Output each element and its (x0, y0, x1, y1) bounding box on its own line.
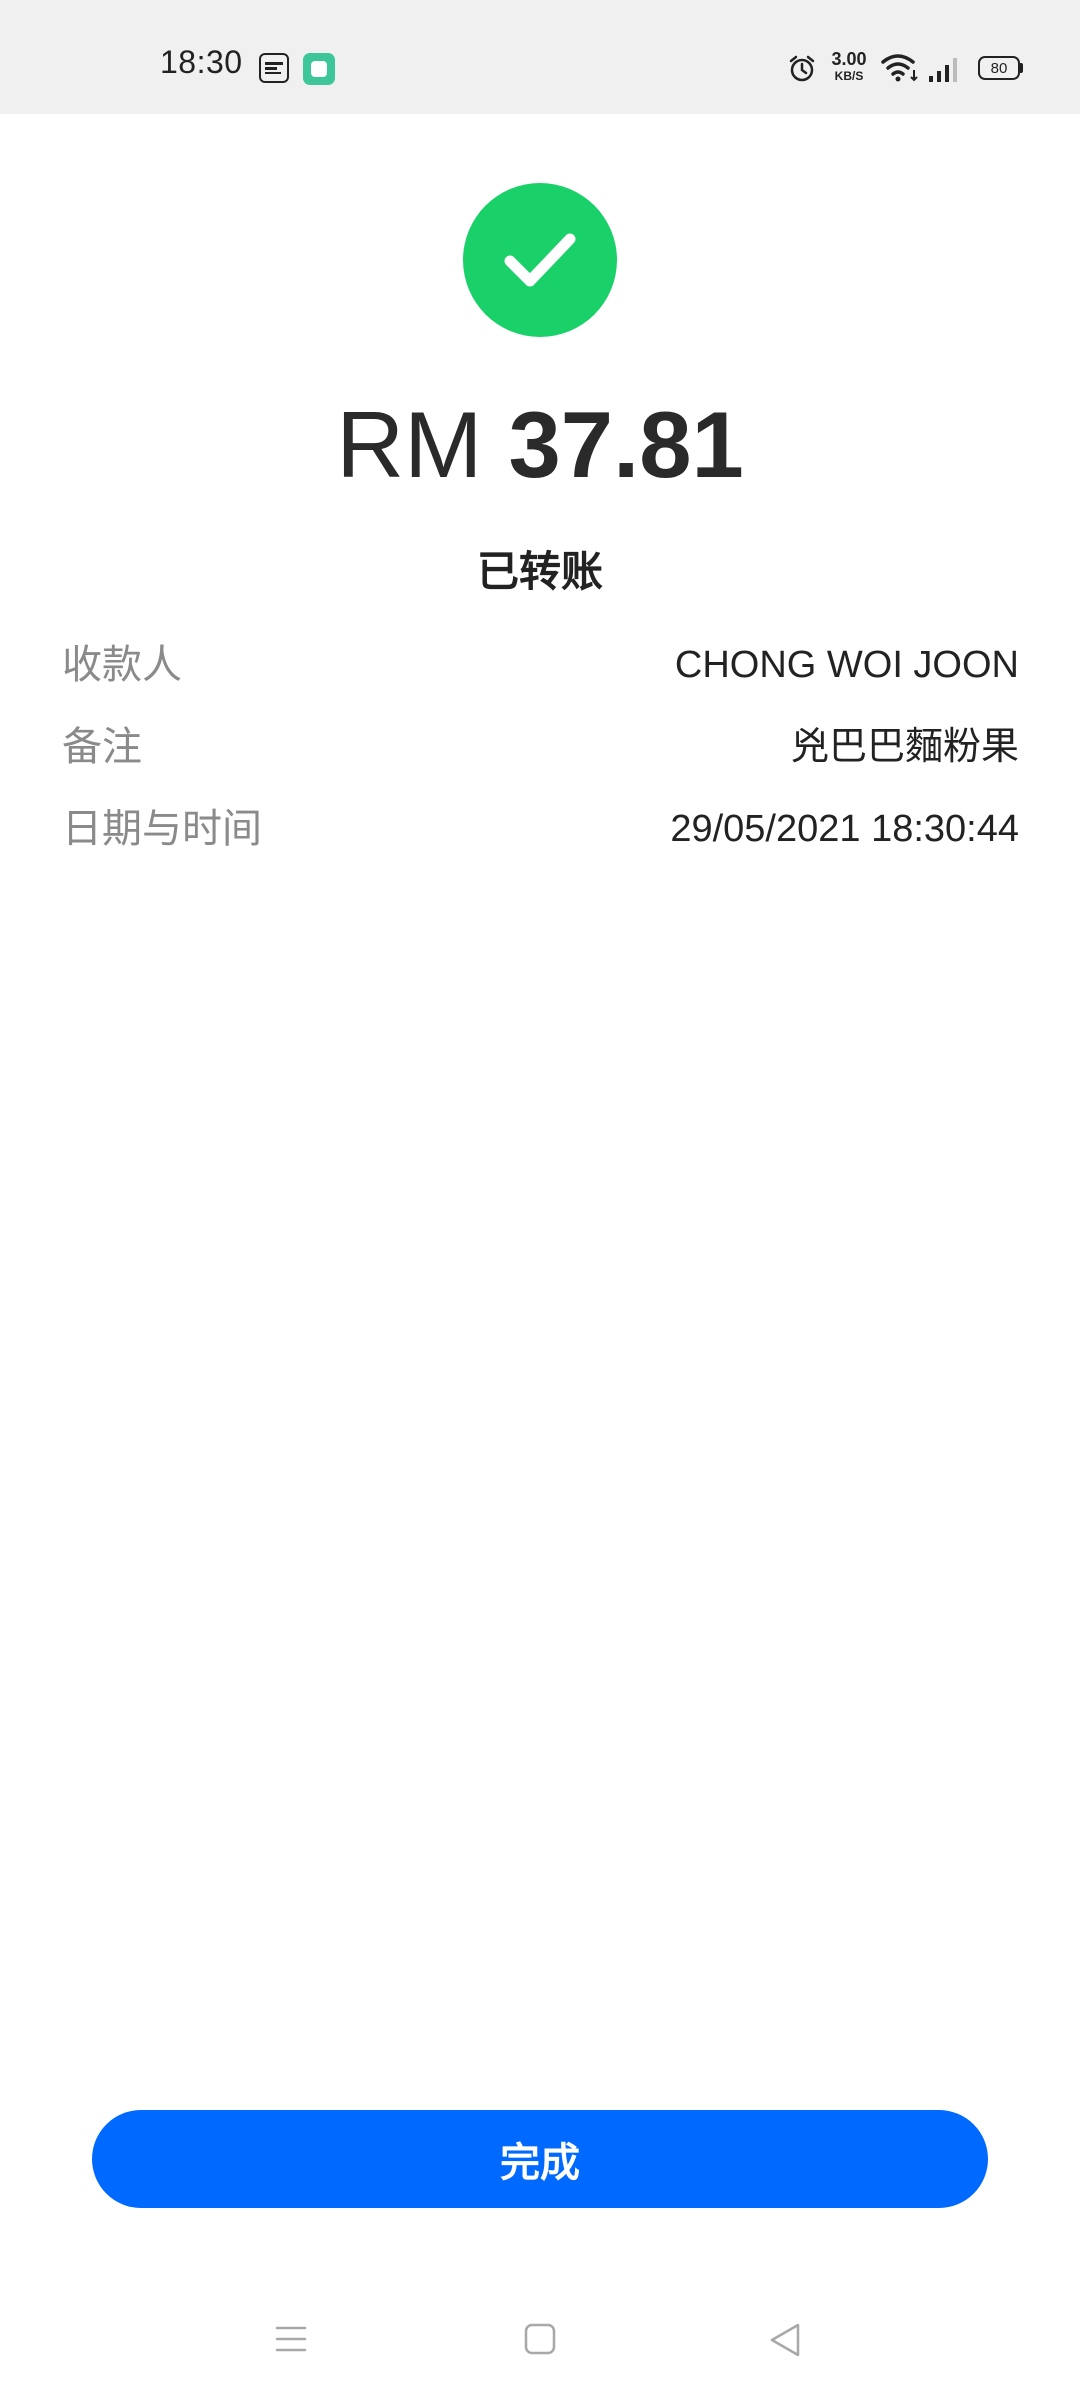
status-bar: 18:30 3.00 KB/S 80 (0, 0, 1080, 114)
amount-currency: RM (336, 392, 483, 497)
menu-icon[interactable] (274, 2322, 308, 2356)
done-button[interactable]: 完成 (92, 2110, 988, 2208)
detail-value: 29/05/2021 18:30:44 (670, 808, 1019, 850)
battery-level: 80 (990, 59, 1008, 77)
detail-value: 兇巴巴麵粉果 (790, 726, 1019, 768)
network-speed-unit: KB/S (834, 69, 864, 83)
status-time: 18:30 (160, 44, 243, 80)
success-check-icon (463, 183, 617, 337)
home-icon[interactable] (523, 2322, 557, 2356)
wifi-icon (881, 54, 918, 82)
back-icon[interactable] (768, 2322, 802, 2358)
detail-row-recipient: 收款人 CHONG WOI JOON (62, 630, 1019, 712)
battery-tip (1020, 63, 1023, 73)
detail-row-note: 备注 兇巴巴麵粉果 (62, 712, 1019, 794)
alarm-icon (789, 55, 815, 82)
network-speed: 3.00 KB/S (828, 50, 870, 82)
transfer-amount: RM 37.81 (0, 390, 1080, 500)
amount-value: 37.81 (508, 392, 744, 497)
transfer-status: 已转账 (476, 548, 603, 595)
battery-icon: 80 (978, 56, 1020, 80)
detail-label: 日期与时间 (62, 807, 262, 851)
detail-value: CHONG WOI JOON (674, 644, 1019, 686)
signal-icon (929, 58, 957, 82)
detail-row-datetime: 日期与时间 29/05/2021 18:30:44 (62, 794, 1019, 876)
network-speed-value: 3.00 (831, 49, 867, 69)
transfer-details: 收款人 CHONG WOI JOON 备注 兇巴巴麵粉果 日期与时间 29/05… (62, 630, 1019, 876)
green-app-icon (303, 53, 335, 85)
touch-n-go-icon (259, 53, 289, 83)
detail-label: 备注 (62, 725, 142, 769)
detail-label: 收款人 (62, 643, 182, 687)
